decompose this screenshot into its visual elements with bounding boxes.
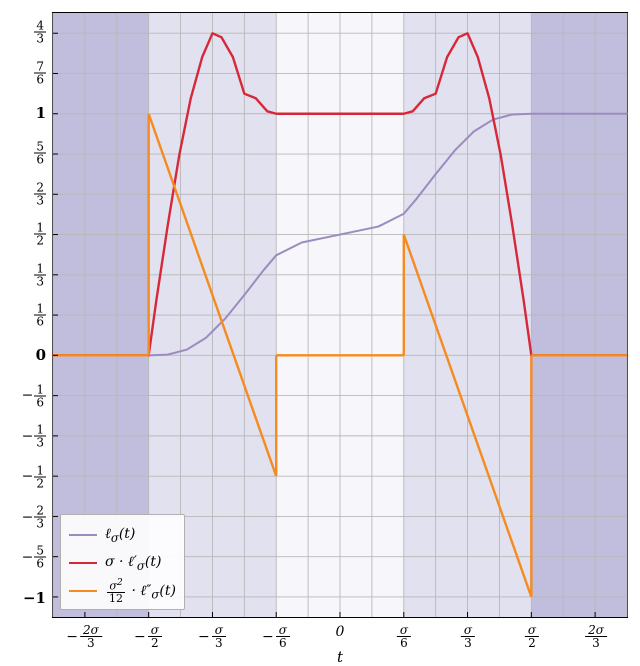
y-tick-label: 56 [34,141,46,166]
legend-line-icon [69,562,97,564]
x-tick-label: 0 [336,624,345,640]
y-tick-label: −56 [22,545,46,570]
x-tick-label: 2σ3 [585,624,607,649]
legend-line-icon [69,590,97,592]
x-tick-label: σ3 [461,624,475,649]
legend-entry: ℓσ(t) [69,521,176,549]
x-tick-label: −2σ3 [66,624,102,649]
y-tick-label: −16 [22,383,46,408]
x-tick-label: σ6 [397,624,411,649]
y-tick-label: −1 [23,589,46,607]
y-tick-label: −12 [22,464,46,489]
x-tick-label: −σ2 [134,624,162,649]
y-tick-label: 23 [34,181,46,206]
legend-line-icon [69,534,97,536]
x-axis-label: t [52,648,628,666]
chart-legend: ℓσ(t) σ · ℓ′σ(t) σ212 · ℓ″σ(t) [60,514,185,610]
y-tick-label: 43 [34,20,46,45]
legend-entry: σ212 · ℓ″σ(t) [69,577,176,605]
y-tick-label: 16 [34,303,46,328]
chart-figure: −1 −56 −23 −12 −13 −16 0 16 13 12 23 56 1 76 43 −2σ3 −σ… [0,0,640,666]
y-tick-label: 12 [34,222,46,247]
y-tick-label: −13 [22,424,46,449]
legend-entry: σ · ℓ′σ(t) [69,549,176,577]
legend-label: σ · ℓ′σ(t) [105,554,161,573]
legend-label: σ212 · ℓ″σ(t) [105,578,176,604]
legend-label: ℓσ(t) [105,526,135,545]
y-tick-label: 13 [34,262,46,287]
x-tick-label: −σ3 [198,624,226,649]
y-tick-label: 76 [34,60,46,85]
y-tick-label: −23 [22,505,46,530]
y-tick-label: 1 [36,104,46,122]
y-tick-label: 0 [36,346,46,364]
x-tick-label: −σ6 [262,624,290,649]
x-tick-label: σ2 [525,624,539,649]
